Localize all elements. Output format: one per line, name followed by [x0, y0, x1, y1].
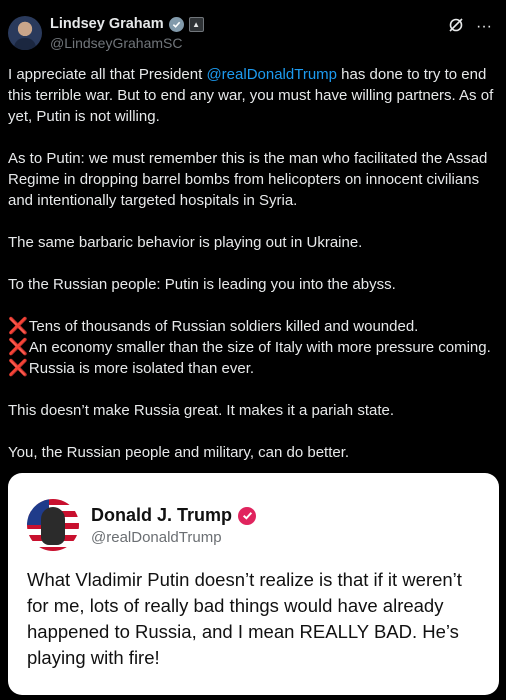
- tweet-paragraph-4: To the Russian people: Putin is leading …: [8, 276, 396, 293]
- bullet-text: Russia is more isolated than ever.: [28, 360, 255, 377]
- tweet-bullet-list: ❌Tens of thousands of Russian soldiers k…: [8, 316, 500, 379]
- verified-badge-icon: [168, 16, 184, 32]
- header-actions: ···: [448, 17, 492, 37]
- cross-mark-icon: ❌: [8, 360, 28, 377]
- author-name-row: Lindsey Graham ▲: [50, 16, 204, 32]
- quoted-avatar[interactable]: [27, 499, 79, 551]
- author-handle[interactable]: @LindseyGrahamSC: [50, 35, 183, 51]
- tweet-body: I appreciate all that President @realDon…: [8, 64, 500, 463]
- cross-mark-icon: ❌: [8, 339, 28, 356]
- quoted-handle[interactable]: @realDonaldTrump: [91, 529, 222, 546]
- tweet-text-segment: I appreciate all that President: [8, 66, 207, 83]
- portrait-silhouette: [41, 507, 65, 545]
- mention-link[interactable]: @realDonaldTrump: [206, 66, 337, 83]
- grok-icon[interactable]: [448, 17, 464, 37]
- author-display-name[interactable]: Lindsey Graham: [50, 16, 164, 32]
- cross-mark-icon: ❌: [8, 318, 28, 335]
- bullet-text: Tens of thousands of Russian soldiers ki…: [28, 318, 419, 335]
- quoted-post-text: What Vladimir Putin doesn’t realize is t…: [27, 569, 462, 668]
- government-badge-icon: ▲: [188, 16, 204, 32]
- tweet-paragraph-6: You, the Russian people and military, ca…: [8, 444, 350, 461]
- bullet-item: ❌Russia is more isolated than ever.: [8, 358, 500, 379]
- avatar[interactable]: [8, 16, 42, 50]
- quoted-name-row: Donald J. Trump: [91, 505, 257, 526]
- tweet-paragraph-1: I appreciate all that President @realDon…: [8, 64, 500, 127]
- quoted-verified-badge-icon: [238, 506, 257, 525]
- bullet-text: An economy smaller than the size of Ital…: [28, 339, 491, 356]
- bullet-item: ❌An economy smaller than the size of Ita…: [8, 337, 500, 358]
- bullet-item: ❌Tens of thousands of Russian soldiers k…: [8, 316, 500, 337]
- quoted-display-name[interactable]: Donald J. Trump: [91, 505, 232, 526]
- tweet-header: Lindsey Graham ▲ @LindseyGrahamSC ···: [8, 14, 498, 54]
- more-options-icon[interactable]: ···: [476, 19, 492, 35]
- tweet-paragraph-2: As to Putin: we must remember this is th…: [8, 150, 488, 209]
- tweet-paragraph-3: The same barbaric behavior is playing ou…: [8, 234, 363, 251]
- tweet-paragraph-5: This doesn’t make Russia great. It makes…: [8, 402, 395, 419]
- quoted-post-card[interactable]: Donald J. Trump @realDonaldTrump What Vl…: [8, 473, 499, 695]
